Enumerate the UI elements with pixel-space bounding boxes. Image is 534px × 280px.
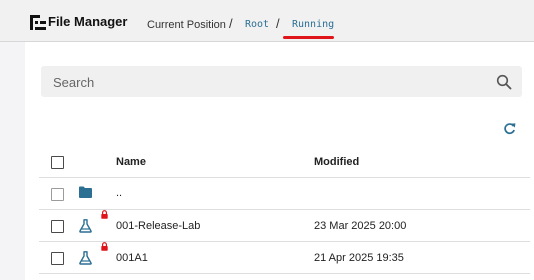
- search-input[interactable]: [53, 72, 473, 92]
- table-header: Name Modified: [39, 146, 530, 178]
- search-bar: [41, 66, 522, 97]
- row-checkbox[interactable]: [51, 220, 64, 233]
- row-modified: 23 Mar 2025 20:00: [314, 220, 407, 232]
- flask-icon: [79, 251, 92, 265]
- row-name[interactable]: 001A1: [116, 252, 148, 264]
- row-checkbox[interactable]: [51, 252, 64, 265]
- folder-icon: [79, 186, 92, 198]
- refresh-icon[interactable]: [503, 122, 516, 135]
- row-checkbox[interactable]: [51, 188, 64, 201]
- active-breadcrumb-indicator: [283, 36, 334, 39]
- breadcrumb-separator: /: [276, 16, 280, 31]
- breadcrumb-item-running[interactable]: Running: [292, 19, 334, 30]
- flask-icon: [79, 219, 92, 233]
- breadcrumb-label: Current Position: [147, 19, 226, 31]
- breadcrumb-item-root[interactable]: Root: [245, 19, 269, 30]
- row-name[interactable]: 001-Release-Lab: [116, 220, 200, 232]
- lock-icon: [101, 242, 108, 251]
- breadcrumb-separator: /: [229, 16, 233, 31]
- table-row[interactable]: ..: [39, 178, 530, 210]
- table-row[interactable]: 001-Release-Lab 23 Mar 2025 20:00: [39, 210, 530, 242]
- top-bar: File Manager Current Position / Root / R…: [0, 0, 534, 42]
- table-row[interactable]: 001A1 21 Apr 2025 19:35: [39, 242, 530, 274]
- column-header-name[interactable]: Name: [116, 156, 146, 168]
- select-all-checkbox[interactable]: [51, 156, 64, 169]
- row-name[interactable]: ..: [116, 187, 122, 199]
- column-header-modified[interactable]: Modified: [314, 156, 359, 168]
- search-icon[interactable]: [496, 74, 512, 90]
- left-gutter: [0, 42, 25, 280]
- file-manager-logo-icon: [30, 15, 46, 30]
- app-title: File Manager: [48, 14, 128, 29]
- row-modified: 21 Apr 2025 19:35: [314, 252, 404, 264]
- lock-icon: [101, 210, 108, 219]
